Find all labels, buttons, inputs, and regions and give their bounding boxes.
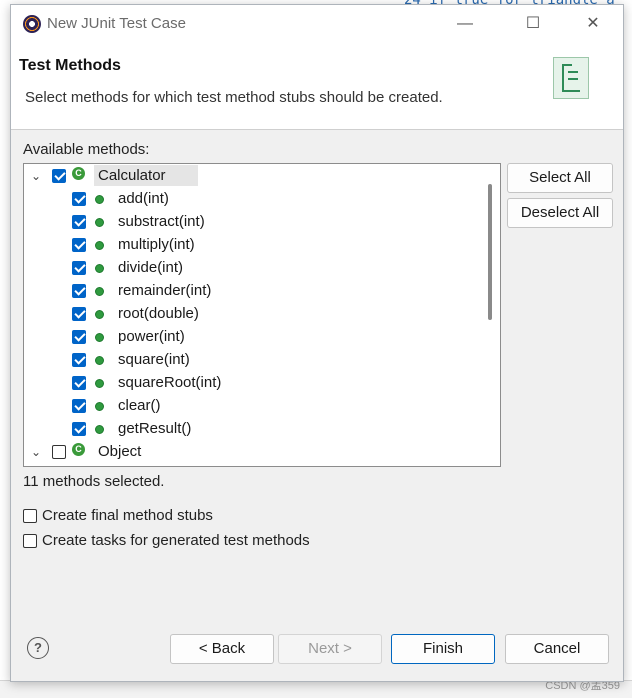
close-button[interactable]: ✕: [573, 11, 613, 37]
method-name: root(double): [118, 305, 199, 322]
method-name: remainder(int): [118, 282, 212, 299]
tree-class-row[interactable]: ⌄ C Calculator: [24, 164, 484, 187]
next-button[interactable]: Next >: [278, 634, 382, 664]
class-name: Calculator: [98, 167, 166, 184]
class-icon: C: [72, 443, 85, 456]
create-tasks-checkbox[interactable]: [23, 534, 37, 548]
methods-tree[interactable]: ⌄ C Calculator add(int) substract(int) m…: [23, 163, 501, 467]
public-method-icon: [95, 356, 104, 365]
tree-method-row[interactable]: clear(): [24, 394, 484, 417]
tree-scrollbar[interactable]: [482, 164, 498, 466]
back-button[interactable]: < Back: [170, 634, 274, 664]
method-name: clear(): [118, 397, 161, 414]
method-name: getResult(): [118, 420, 192, 437]
cancel-button[interactable]: Cancel: [505, 634, 609, 664]
title-bar[interactable]: New JUnit Test Case — ☐ ✕: [11, 5, 623, 43]
select-all-button[interactable]: Select All: [507, 163, 613, 193]
tree-method-row[interactable]: add(int): [24, 187, 484, 210]
tree-method-row[interactable]: multiply(int): [24, 233, 484, 256]
public-method-icon: [95, 310, 104, 319]
method-name: add(int): [118, 190, 169, 207]
public-method-icon: [95, 402, 104, 411]
tree-class-row[interactable]: ⌄ C Object: [24, 440, 484, 463]
method-checkbox[interactable]: [72, 399, 86, 413]
background-gutter: [0, 0, 10, 697]
page-title: Test Methods: [19, 57, 121, 74]
method-checkbox[interactable]: [72, 284, 86, 298]
create-tasks-label: Create tasks for generated test methods: [42, 532, 310, 549]
tree-method-row[interactable]: getResult(): [24, 417, 484, 440]
public-method-icon: [95, 379, 104, 388]
method-checkbox[interactable]: [72, 422, 86, 436]
public-method-icon: [95, 333, 104, 342]
scrollbar-thumb[interactable]: [488, 184, 492, 320]
method-name: power(int): [118, 328, 185, 345]
method-checkbox[interactable]: [72, 307, 86, 321]
deselect-all-button[interactable]: Deselect All: [507, 198, 613, 228]
public-method-icon: [95, 425, 104, 434]
eclipse-icon: [23, 15, 41, 33]
method-name: square(int): [118, 351, 190, 368]
new-junit-test-case-dialog: New JUnit Test Case — ☐ ✕ Test Methods S…: [10, 4, 624, 682]
available-methods-label: Available methods:: [23, 141, 150, 158]
maximize-button[interactable]: ☐: [513, 11, 553, 37]
public-method-icon: [95, 195, 104, 204]
method-checkbox[interactable]: [72, 261, 86, 275]
method-checkbox[interactable]: [72, 238, 86, 252]
method-checkbox[interactable]: [72, 376, 86, 390]
method-checkbox[interactable]: [72, 192, 86, 206]
final-stubs-label: Create final method stubs: [42, 507, 213, 524]
method-name: substract(int): [118, 213, 205, 230]
chevron-down-icon[interactable]: ⌄: [28, 444, 44, 460]
final-stubs-checkbox[interactable]: [23, 509, 37, 523]
help-icon[interactable]: ?: [27, 637, 49, 659]
chevron-down-icon[interactable]: ⌄: [28, 168, 44, 184]
public-method-icon: [95, 218, 104, 227]
tree-method-row[interactable]: remainder(int): [24, 279, 484, 302]
class-checkbox[interactable]: [52, 445, 66, 459]
tree-method-row[interactable]: substract(int): [24, 210, 484, 233]
wizard-header: Test Methods Select methods for which te…: [11, 43, 623, 130]
method-checkbox[interactable]: [72, 215, 86, 229]
dialog-title: New JUnit Test Case: [47, 15, 186, 32]
public-method-icon: [95, 264, 104, 273]
tree-method-row[interactable]: root(double): [24, 302, 484, 325]
method-name: divide(int): [118, 259, 184, 276]
tree-method-row[interactable]: divide(int): [24, 256, 484, 279]
method-name: multiply(int): [118, 236, 195, 253]
tree-method-row[interactable]: squareRoot(int): [24, 371, 484, 394]
tree-method-row[interactable]: square(int): [24, 348, 484, 371]
background-status-strip: [0, 680, 632, 698]
test-methods-wizard-icon: [553, 57, 589, 99]
selection-count: 11 methods selected.: [23, 473, 165, 490]
method-checkbox[interactable]: [72, 353, 86, 367]
method-checkbox[interactable]: [72, 330, 86, 344]
minimize-button[interactable]: —: [445, 11, 485, 37]
class-checkbox[interactable]: [52, 169, 66, 183]
method-name: squareRoot(int): [118, 374, 222, 391]
class-icon: C: [72, 167, 85, 180]
finish-button[interactable]: Finish: [391, 634, 495, 664]
public-method-icon: [95, 241, 104, 250]
public-method-icon: [95, 287, 104, 296]
page-description: Select methods for which test method stu…: [25, 89, 443, 106]
tree-method-row[interactable]: power(int): [24, 325, 484, 348]
class-name: Object: [98, 443, 142, 460]
